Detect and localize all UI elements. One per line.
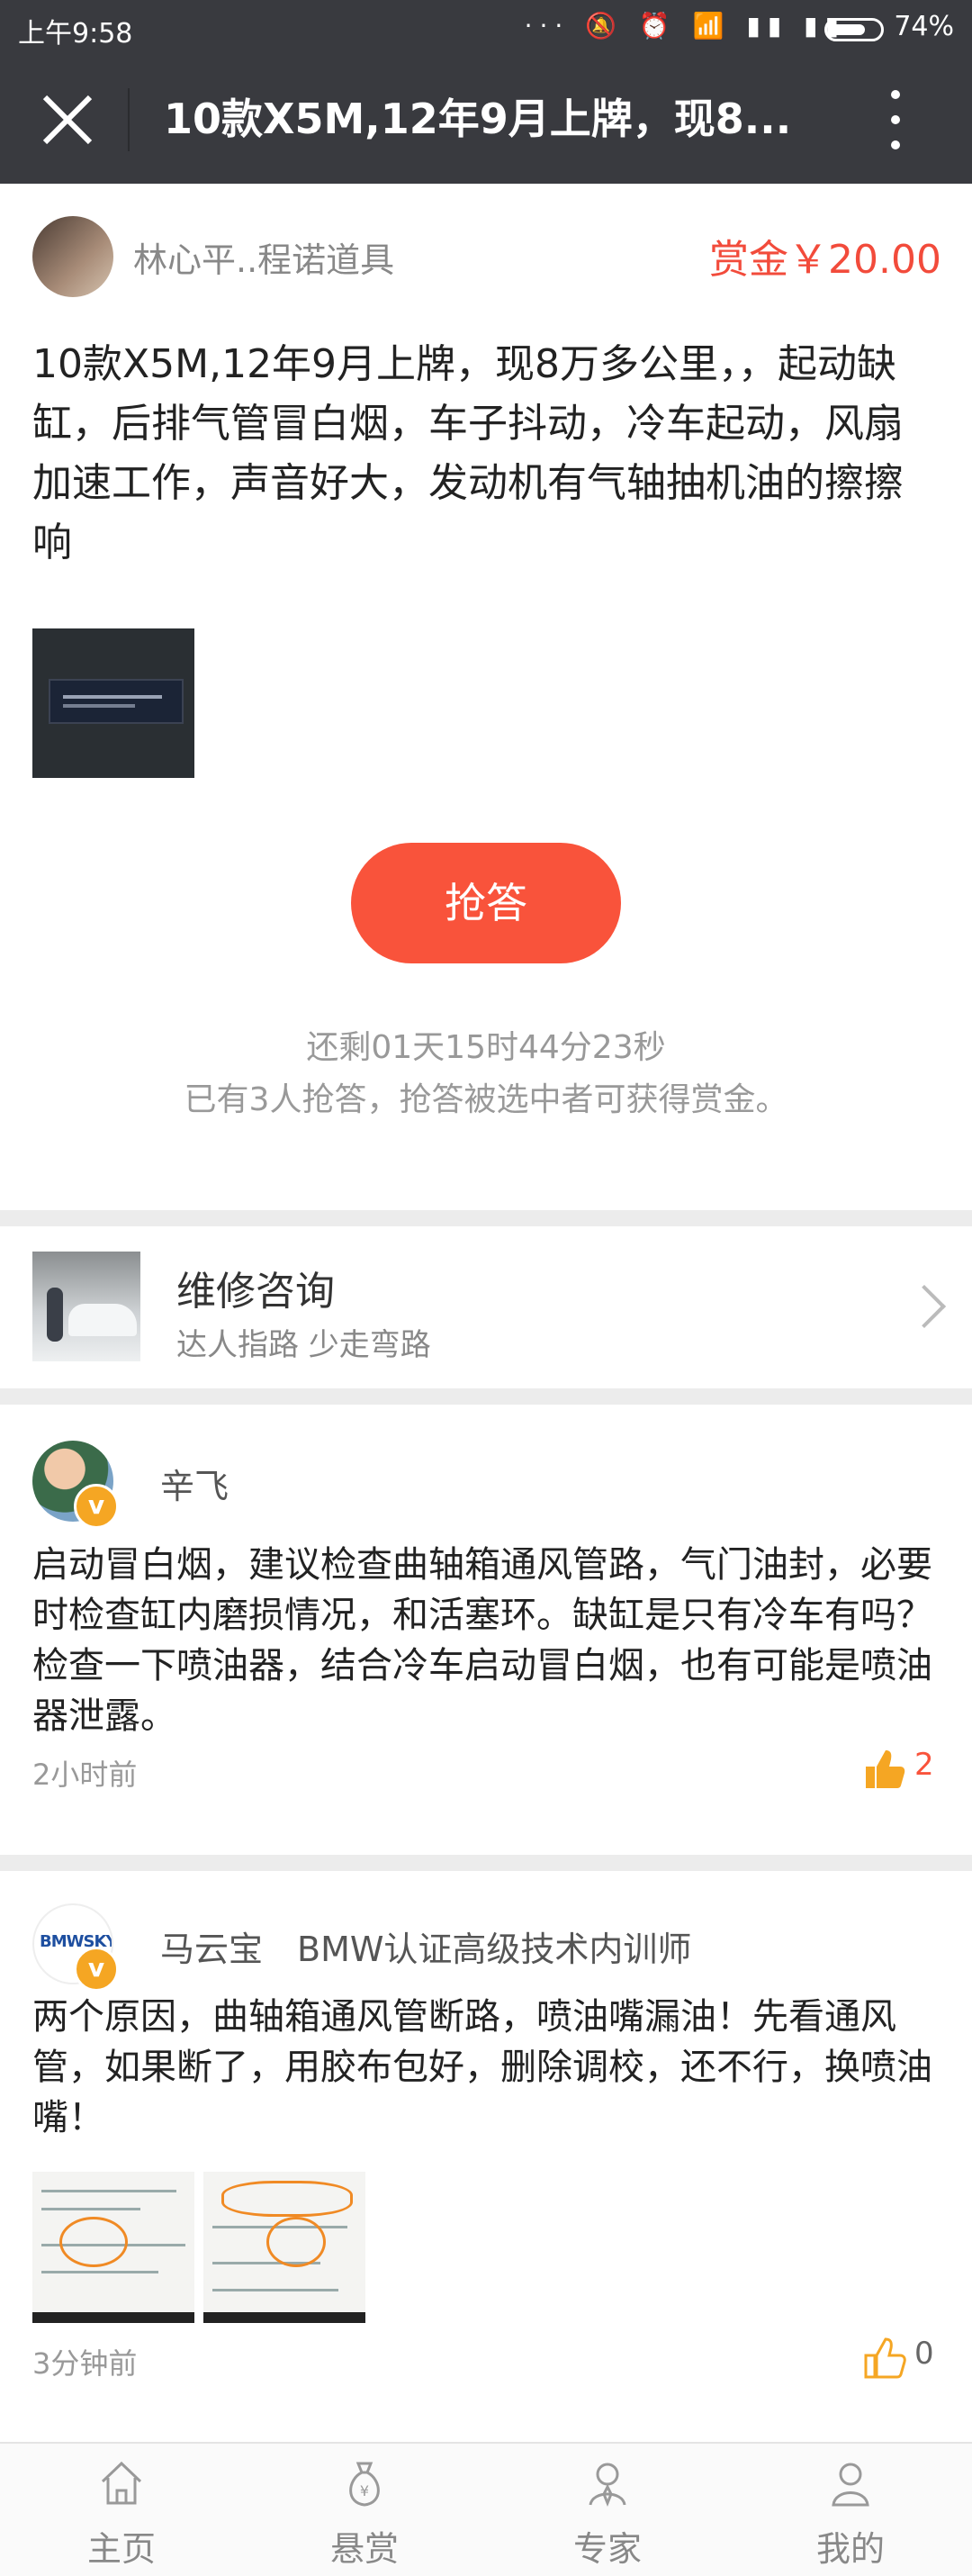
bottom-tab-bar: 主页 ¥ 悬赏 专家 我的: [0, 2442, 972, 2576]
asker-avatar[interactable]: [32, 216, 113, 297]
tab-home[interactable]: 主页: [0, 2444, 243, 2576]
svg-text:¥: ¥: [360, 2482, 369, 2499]
like-count: 2: [914, 1747, 934, 1783]
answer-time: 3分钟前: [32, 2346, 138, 2381]
answerer-name[interactable]: 马云宝 BMW认证高级技术内训师: [160, 1921, 691, 1971]
consult-subtitle: 达人指路 少走弯路: [176, 1327, 431, 1363]
like-count: 0: [914, 2336, 934, 2372]
reward-amount: 赏金￥20.00: [709, 237, 941, 283]
status-time: 上午9:58: [18, 18, 133, 50]
answer-count-note: 已有3人抢答，抢答被选中者可获得赏金。: [184, 1081, 788, 1118]
tab-label: 主页: [86, 2529, 156, 2569]
close-icon[interactable]: [36, 88, 99, 151]
consult-thumbnail: [32, 1252, 140, 1361]
page-title: 10款X5M,12年9月上牌，现8...: [164, 95, 792, 143]
section-divider: [0, 1855, 972, 1871]
answer-images: [32, 2172, 365, 2323]
countdown-text: 还剩01天15时44分23秒: [306, 1029, 666, 1066]
answer-item: v 辛飞 启动冒白烟，建议检查曲轴箱通风管路，气门油封，必要时检查缸内磨损情况，…: [0, 1441, 972, 1819]
tab-label: 悬赏: [329, 2529, 399, 2569]
answer-item: BMWSKY v 马云宝 BMW认证高级技术内训师 两个原因，曲轴箱通风管断路，…: [0, 1903, 972, 2444]
chevron-right-icon: [902, 1284, 947, 1329]
answer-text: 启动冒白烟，建议检查曲轴箱通风管路，气门油封，必要时检查缸内磨损情况，和活塞环。…: [32, 1544, 932, 1737]
like-button[interactable]: 2: [862, 1747, 940, 1792]
answer-image[interactable]: [203, 2172, 365, 2323]
thumbs-up-outline-icon: [864, 2337, 906, 2379]
tab-experts[interactable]: 专家: [486, 2444, 729, 2576]
status-bar: 上午9:58 ··· 🔕 ⏰ 📶 ▮▮ ▮▮ 74%: [0, 0, 972, 56]
home-icon: [101, 2461, 142, 2505]
battery-icon: [824, 18, 884, 41]
battery-level: [831, 24, 865, 35]
battery-percent: 74%: [894, 11, 954, 42]
status-icons: ··· 🔕 ⏰ 📶 ▮▮ ▮▮: [524, 11, 846, 41]
thumbs-up-icon: [866, 1750, 905, 1788]
expert-icon: [589, 2463, 626, 2508]
repair-consult-banner[interactable]: 维修咨询 达人指路 少走弯路: [0, 1226, 972, 1388]
title-bar: 10款X5M,12年9月上牌，现8...: [0, 56, 972, 184]
verified-badge-icon: v: [74, 1484, 119, 1529]
consult-title: 维修咨询: [176, 1269, 335, 1315]
more-icon[interactable]: [875, 86, 916, 155]
tab-label: 我的: [815, 2529, 885, 2569]
tab-me[interactable]: 我的: [729, 2444, 972, 2576]
money-bag-icon: ¥: [349, 2462, 380, 2507]
answer-text: 两个原因，曲轴箱通风管断路，喷油嘴漏油！先看通风管，如果断了，用胶布包好，删除调…: [32, 1996, 932, 2138]
tab-reward[interactable]: ¥ 悬赏: [243, 2444, 486, 2576]
title-divider: [128, 88, 130, 151]
section-divider: [0, 1388, 972, 1405]
asker-name[interactable]: 林心平..程诺道具: [133, 232, 394, 282]
answerer-name[interactable]: 辛飞: [160, 1459, 229, 1508]
verified-badge-icon: v: [74, 1947, 119, 1992]
answer-time: 2小时前: [32, 1758, 138, 1792]
asker-row: 林心平..程诺道具 赏金￥20.00: [32, 216, 941, 297]
answer-image[interactable]: [32, 2172, 194, 2323]
grab-answer-button[interactable]: 抢答: [351, 843, 621, 963]
like-button[interactable]: 0: [862, 2336, 940, 2381]
tab-label: 专家: [572, 2529, 642, 2569]
section-divider: [0, 1210, 972, 1226]
question-text: 10款X5M,12年9月上牌，现8万多公里，，起动缺缸，后排气管冒白烟，车子抖动…: [32, 341, 904, 565]
question-image[interactable]: [32, 628, 194, 778]
user-icon: [832, 2463, 869, 2507]
